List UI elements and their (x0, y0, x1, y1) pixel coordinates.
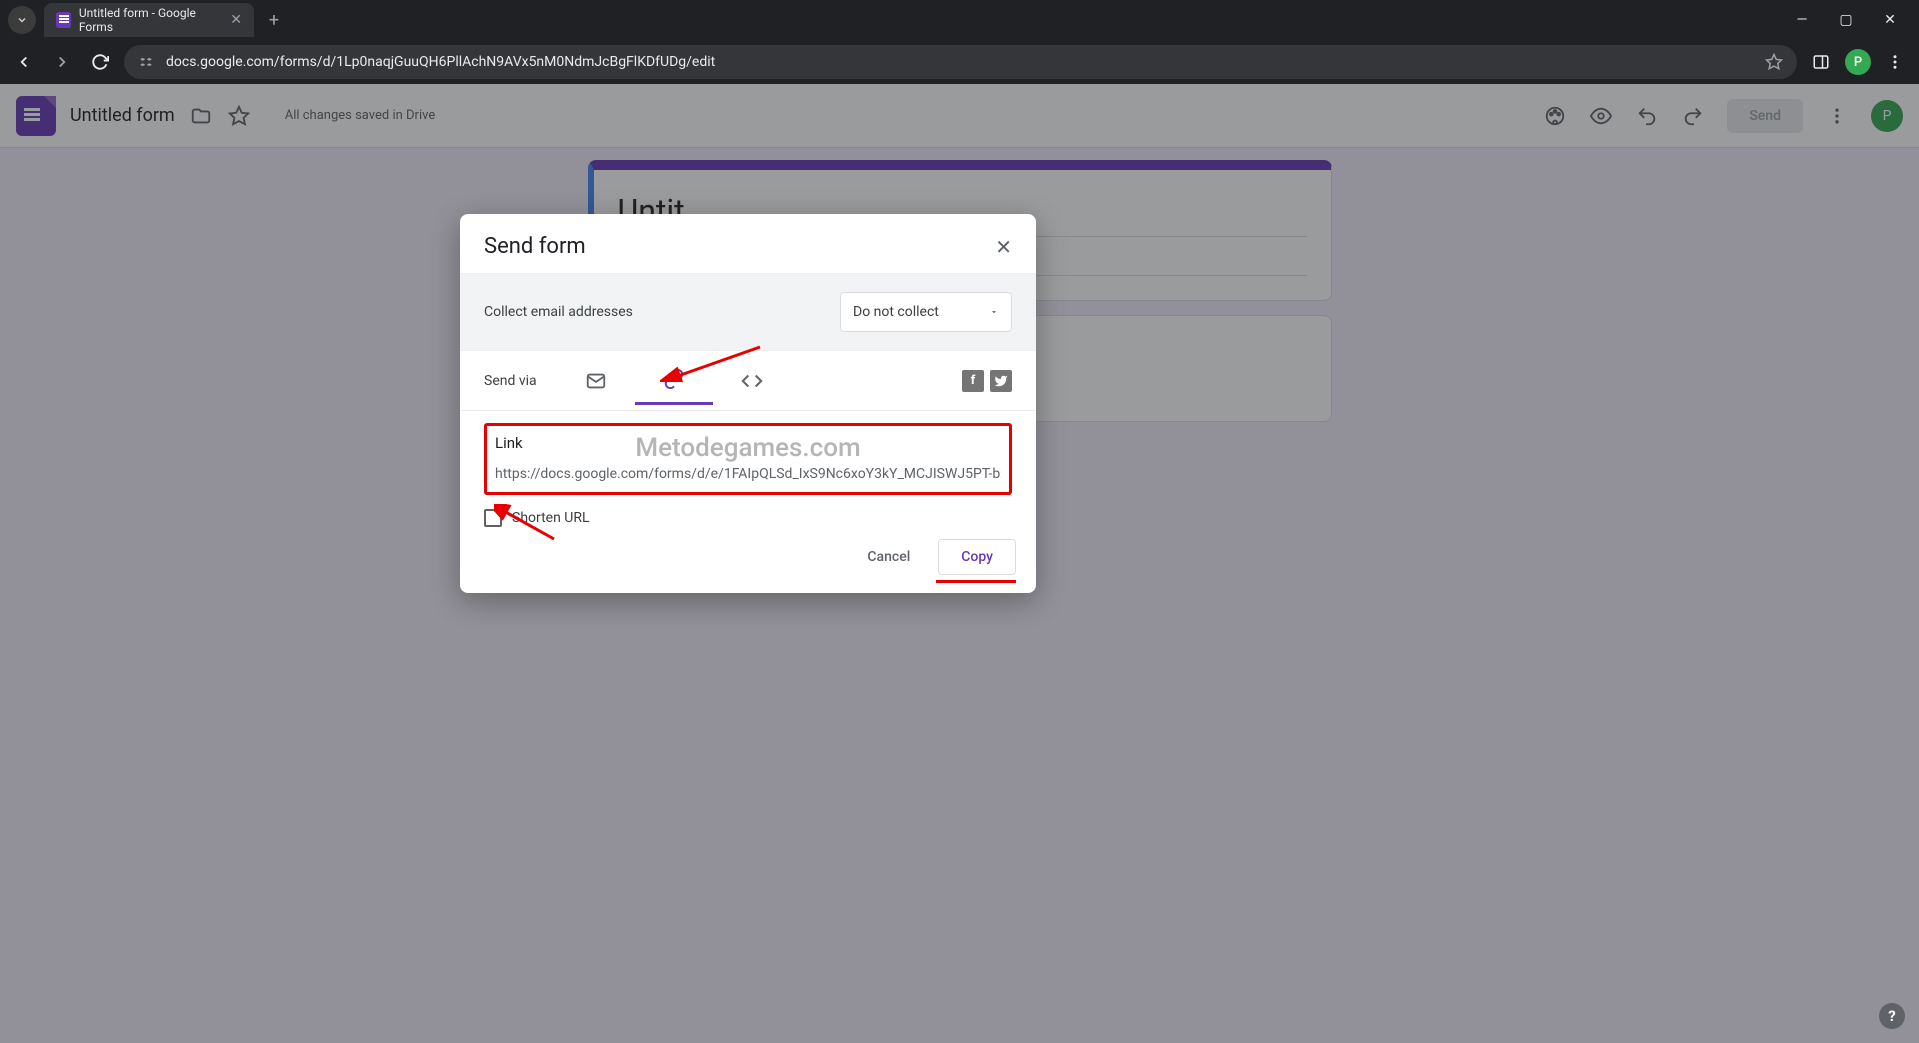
share-twitter-button[interactable] (990, 370, 1012, 392)
dropdown-arrow-icon (989, 307, 999, 317)
profile-avatar-button[interactable]: P (1845, 49, 1871, 75)
collect-emails-label: Collect email addresses (484, 304, 633, 320)
side-panel-button[interactable] (1807, 48, 1835, 76)
window-minimize-button[interactable]: ― (1789, 12, 1815, 28)
cancel-button[interactable]: Cancel (857, 541, 920, 573)
nav-back-button[interactable] (10, 48, 38, 76)
tab-close-icon[interactable]: ✕ (230, 12, 242, 28)
bookmark-star-icon[interactable] (1765, 53, 1783, 71)
send-via-label: Send via (484, 373, 537, 389)
send-via-email-tab[interactable] (557, 357, 635, 405)
dialog-title: Send form (484, 234, 586, 259)
tab-search-button[interactable] (8, 6, 36, 34)
dialog-close-button[interactable]: ✕ (995, 235, 1012, 259)
address-bar[interactable]: docs.google.com/forms/d/1Lp0naqjGuuQH6Pl… (124, 45, 1797, 79)
collect-emails-value: Do not collect (853, 304, 939, 320)
nav-reload-button[interactable] (86, 48, 114, 76)
send-form-dialog: Send form ✕ Collect email addresses Do n… (460, 214, 1036, 593)
site-settings-icon[interactable] (138, 54, 154, 70)
collect-emails-select[interactable]: Do not collect (840, 292, 1012, 332)
send-via-embed-tab[interactable] (713, 357, 791, 405)
url-text: docs.google.com/forms/d/1Lp0naqjGuuQH6Pl… (166, 54, 715, 70)
forms-favicon-icon (56, 12, 71, 28)
window-maximize-button[interactable]: ▢ (1833, 12, 1859, 28)
copy-button[interactable]: Copy (938, 539, 1016, 575)
window-close-button[interactable]: ✕ (1877, 12, 1903, 28)
shorten-url-checkbox[interactable] (484, 509, 502, 527)
nav-forward-button (48, 48, 76, 76)
browser-tab-title: Untitled form - Google Forms (79, 6, 222, 34)
new-tab-button[interactable]: + (260, 6, 288, 34)
help-button[interactable]: ? (1879, 1003, 1905, 1029)
link-field-label: Link (495, 434, 1001, 452)
link-field-value[interactable]: https://docs.google.com/forms/d/e/1FAIpQ… (495, 466, 1001, 482)
annotation-highlight-box: Link https://docs.google.com/forms/d/e/1… (484, 423, 1012, 495)
send-via-link-tab[interactable] (635, 357, 713, 405)
share-facebook-button[interactable]: f (962, 370, 984, 392)
annotation-underline (936, 580, 1016, 583)
browser-menu-button[interactable] (1881, 48, 1909, 76)
browser-tab[interactable]: Untitled form - Google Forms ✕ (44, 3, 254, 37)
shorten-url-label: Shorten URL (512, 510, 590, 526)
